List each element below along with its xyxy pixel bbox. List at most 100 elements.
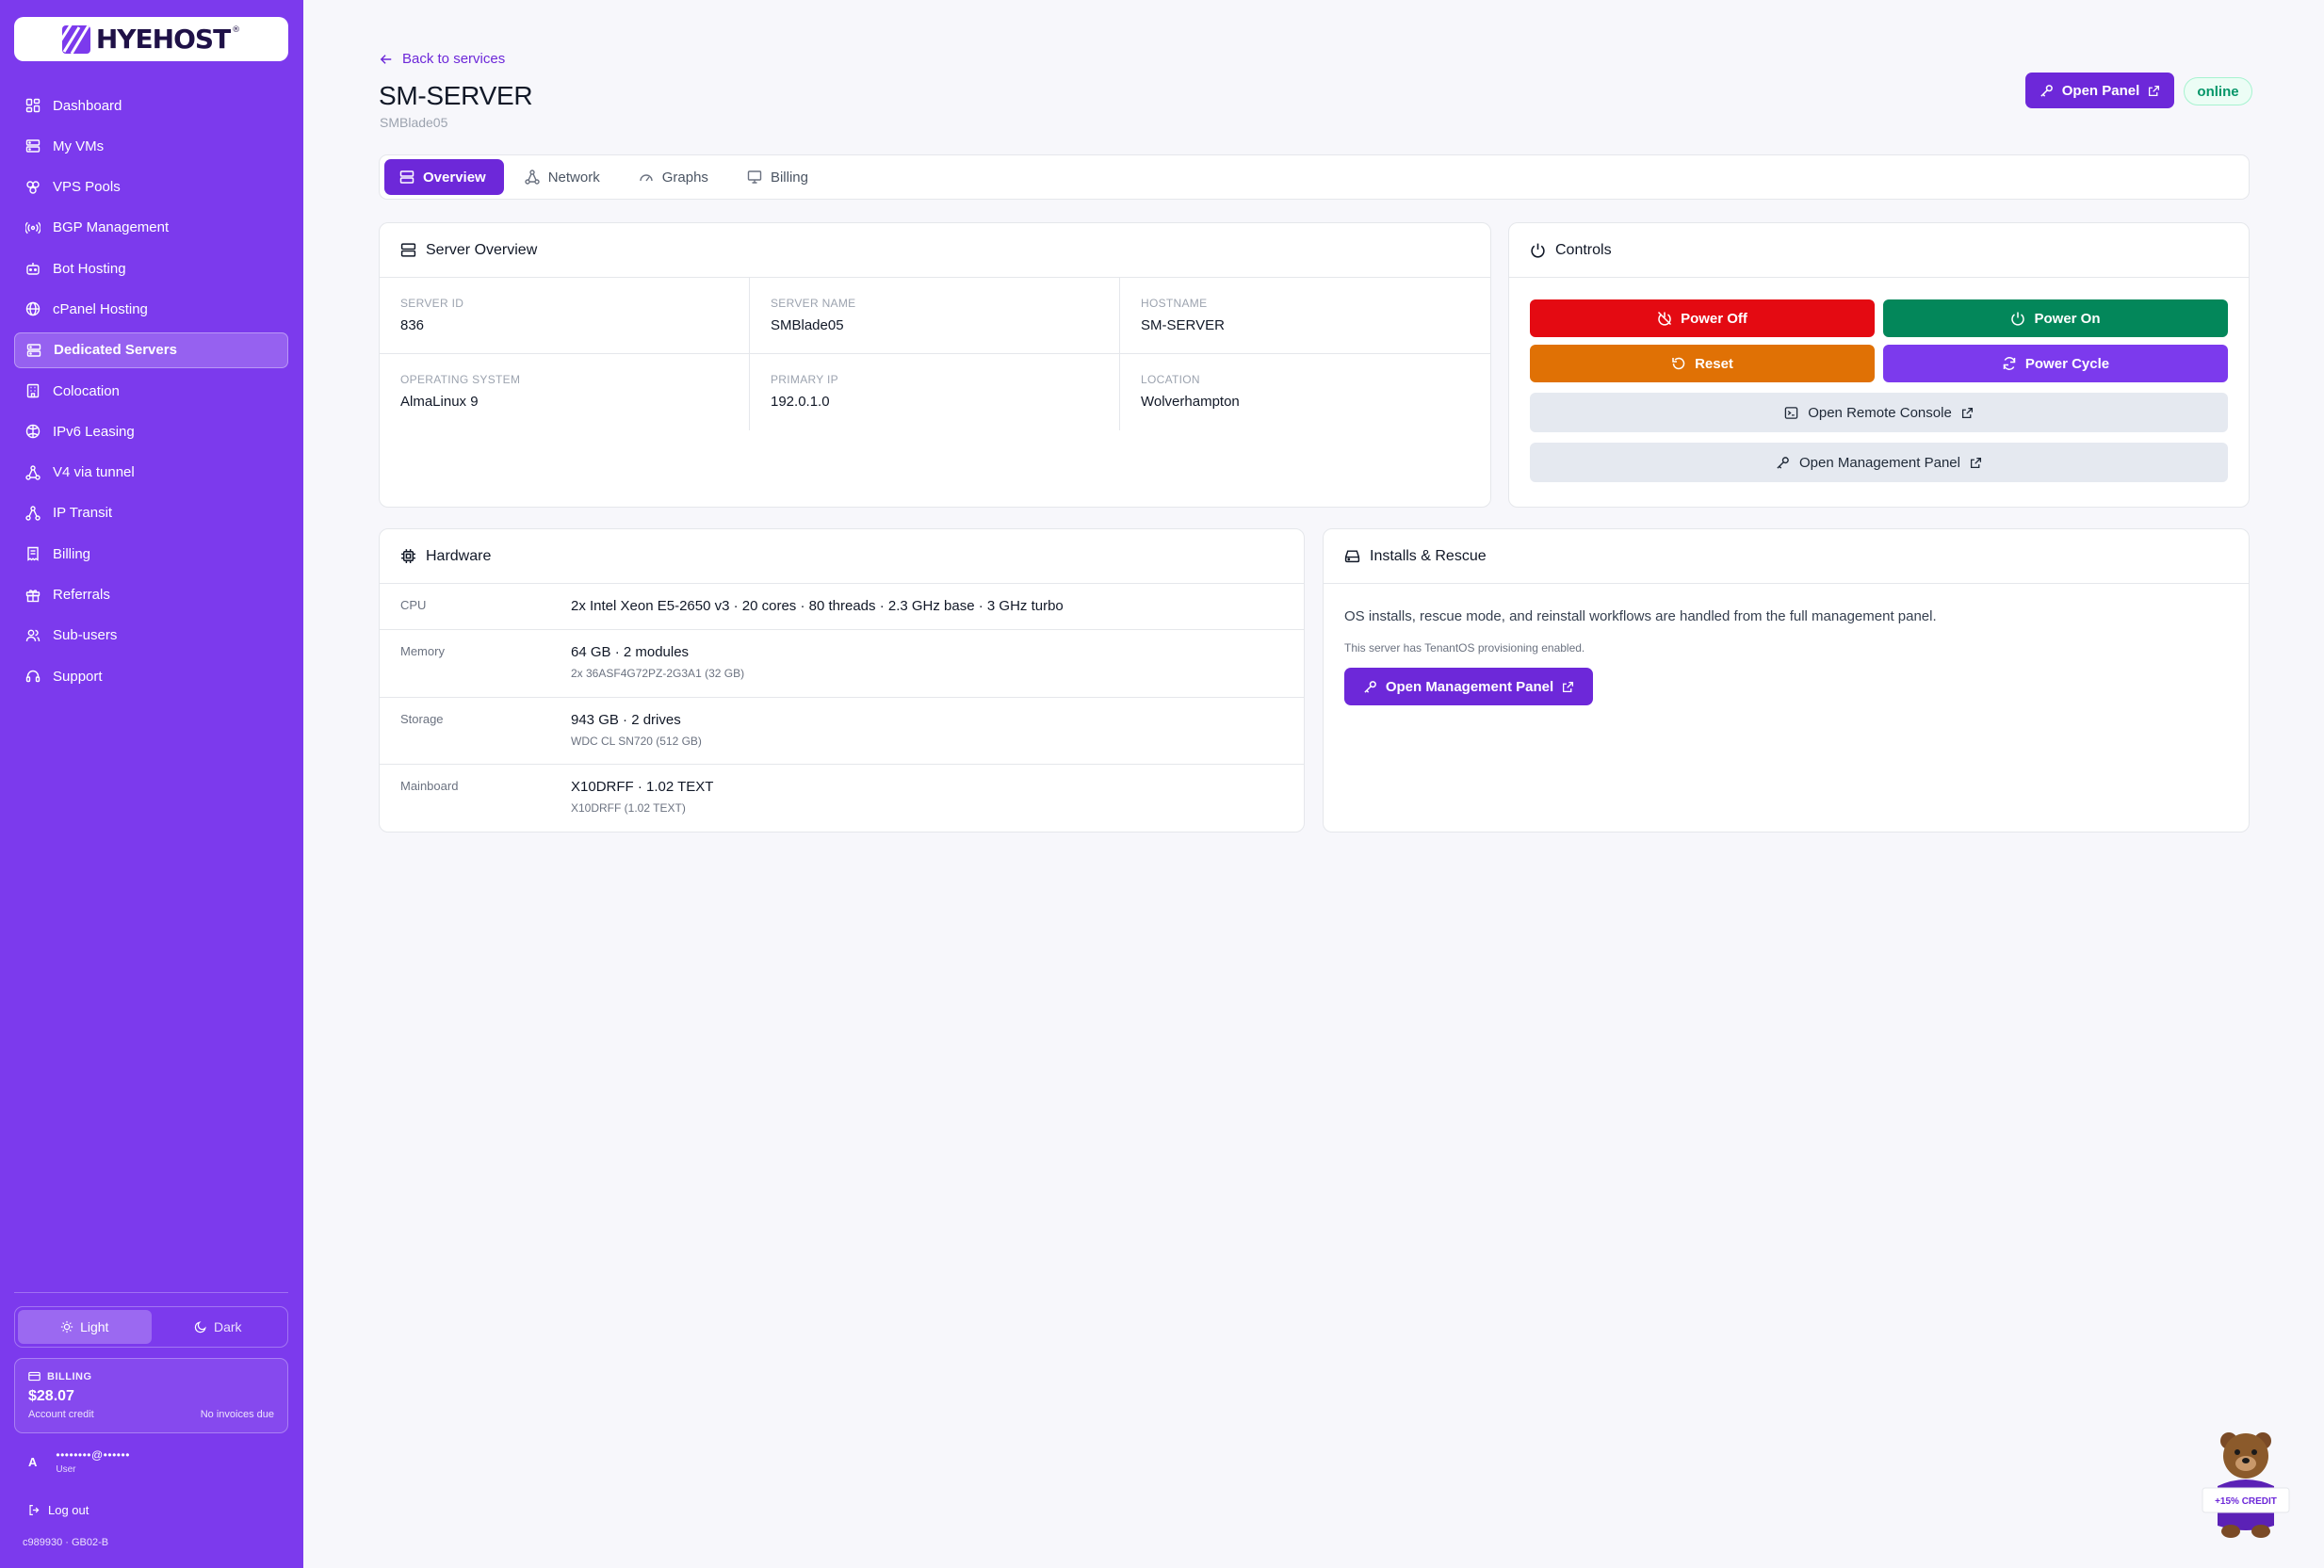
sidebar-item-referrals[interactable]: Referrals xyxy=(14,577,288,613)
power-off-icon xyxy=(1658,311,1672,326)
card-title: Server Overview xyxy=(426,241,538,258)
sidebar-item-colocation[interactable]: Colocation xyxy=(14,373,288,409)
key-icon xyxy=(1777,456,1789,469)
field-label: PRIMARY IP xyxy=(771,373,838,386)
open-panel-button[interactable]: Open Panel xyxy=(2025,73,2174,108)
theme-toggle: Light Dark xyxy=(14,1306,288,1348)
theme-dark-button[interactable]: Dark xyxy=(152,1310,285,1344)
radio-icon xyxy=(25,221,41,234)
field-value: 836 xyxy=(400,317,425,333)
sidebar-item-label: BGP Management xyxy=(53,219,170,236)
building-icon xyxy=(26,383,40,398)
rotate-ccw-icon xyxy=(1672,357,1685,370)
open-management-panel-button[interactable]: Open Management Panel xyxy=(1530,443,2228,482)
user-role: User xyxy=(56,1464,76,1475)
controls-card: Controls Power Off Power On Reset Power … xyxy=(1508,222,2250,508)
key-icon xyxy=(2040,84,2053,97)
hardware-row-storage: Storage 943 GB · 2 drives WDC CL SN720 (5… xyxy=(380,698,1304,765)
arrow-left-icon xyxy=(380,54,392,64)
avatar: A xyxy=(28,1454,38,1469)
power-off-button[interactable]: Power Off xyxy=(1530,299,1875,337)
tab-network[interactable]: Network xyxy=(510,159,618,195)
logout-icon xyxy=(29,1505,40,1515)
sidebar-item-billing[interactable]: Billing xyxy=(14,536,288,572)
external-link-icon xyxy=(1970,457,1981,468)
installs-open-management-panel-button[interactable]: Open Management Panel xyxy=(1344,668,1593,705)
external-link-icon xyxy=(1563,681,1574,692)
billing-invoices: No invoices due xyxy=(200,1409,274,1420)
overview-field: OPERATING SYSTEM AlmaLinux 9 xyxy=(380,354,750,430)
overview-field: PRIMARY IP 192.0.1.0 xyxy=(750,354,1120,430)
open-remote-console-button[interactable]: Open Remote Console xyxy=(1530,393,2228,432)
power-off-label: Power Off xyxy=(1681,310,1747,327)
server-icon xyxy=(26,344,41,357)
sidebar-item-label: Dedicated Servers xyxy=(54,342,177,359)
sidebar-item-label: IPv6 Leasing xyxy=(53,423,135,440)
gauge-icon xyxy=(640,174,653,182)
globe-icon xyxy=(25,425,41,439)
sidebar-item-ip-transit[interactable]: IP Transit xyxy=(14,495,288,531)
field-label: OPERATING SYSTEM xyxy=(400,373,521,386)
sidebar-item-bgp-management[interactable]: BGP Management xyxy=(14,210,288,246)
field-label: SERVER NAME xyxy=(771,297,856,310)
sidebar-item-support[interactable]: Support xyxy=(14,658,288,694)
field-label: HOSTNAME xyxy=(1141,297,1208,310)
reset-button[interactable]: Reset xyxy=(1530,345,1875,382)
power-icon xyxy=(2011,312,2025,326)
sidebar: HYEHOST ® Dashboard My VMs VPS Pools BGP … xyxy=(0,0,303,1568)
installs-rescue-card: Installs & Rescue OS installs, rescue mo… xyxy=(1323,528,2250,832)
power-on-label: Power On xyxy=(2034,310,2101,327)
theme-light-button[interactable]: Light xyxy=(18,1310,152,1344)
sidebar-item-ipv6-leasing[interactable]: IPv6 Leasing xyxy=(14,413,288,449)
sidebar-item-dashboard[interactable]: Dashboard xyxy=(14,88,288,123)
sidebar-item-vps-pools[interactable]: VPS Pools xyxy=(14,170,288,205)
network-icon xyxy=(525,170,540,185)
hardware-label: CPU xyxy=(400,598,427,612)
sidebar-item-label: Sub-users xyxy=(53,627,118,644)
remote-console-label: Open Remote Console xyxy=(1808,404,1952,421)
page-title: SM-SERVER xyxy=(379,81,533,110)
tab-billing[interactable]: Billing xyxy=(732,159,826,195)
mascot-sign-text: +15% CREDIT xyxy=(2215,1496,2277,1507)
hardware-detail: WDC CL SN720 (512 GB) xyxy=(571,735,702,748)
tab-label: Network xyxy=(547,169,600,186)
server-icon xyxy=(399,170,414,184)
sidebar-item-my-vms[interactable]: My VMs xyxy=(14,128,288,164)
user-profile[interactable]: A ••••••••@•••••• User xyxy=(28,1448,130,1475)
hardware-row-cpu: CPU 2x Intel Xeon E5-2650 v3 · 20 cores … xyxy=(380,584,1304,630)
installs-button-label: Open Management Panel xyxy=(1385,678,1554,695)
billing-heading: BILLING xyxy=(47,1370,92,1382)
sidebar-item-cpanel-hosting[interactable]: cPanel Hosting xyxy=(14,291,288,327)
tab-overview[interactable]: Overview xyxy=(384,159,504,195)
server-overview-card: Server Overview SERVER ID 836 SERVER NAME… xyxy=(379,222,1491,508)
tab-graphs[interactable]: Graphs xyxy=(624,159,726,195)
power-on-button[interactable]: Power On xyxy=(1883,299,2228,337)
sidebar-item-v4-via-tunnel[interactable]: V4 via tunnel xyxy=(14,455,288,491)
bear-mascot-promo[interactable]: +15% CREDIT xyxy=(2201,1430,2291,1543)
billing-summary-card[interactable]: BILLING $28.07 Account credit No invoice… xyxy=(14,1358,288,1433)
external-link-icon xyxy=(2149,85,2160,96)
brand-logo[interactable]: HYEHOST ® xyxy=(14,17,288,61)
terminal-icon xyxy=(1784,406,1798,419)
network-icon xyxy=(25,464,41,480)
overview-field: LOCATION Wolverhampton xyxy=(1120,354,1490,430)
sidebar-item-dedicated-servers[interactable]: Dedicated Servers xyxy=(14,331,288,368)
sidebar-nav: Dashboard My VMs VPS Pools BGP Managemen… xyxy=(14,88,288,699)
power-cycle-button[interactable]: Power Cycle xyxy=(1883,345,2228,382)
logout-button[interactable]: Log out xyxy=(28,1503,89,1517)
hardware-card: Hardware CPU 2x Intel Xeon E5-2650 v3 · … xyxy=(379,528,1305,832)
sidebar-item-label: Bot Hosting xyxy=(53,260,126,277)
key-icon xyxy=(1364,680,1376,693)
network-icon xyxy=(25,506,41,521)
logo-mark-icon xyxy=(61,24,90,54)
hardware-label: Storage xyxy=(400,712,444,726)
back-to-services-link[interactable]: Back to services xyxy=(380,51,505,67)
pool-icon xyxy=(26,180,40,194)
field-value: SMBlade05 xyxy=(771,317,844,333)
server-icon xyxy=(25,139,41,153)
field-value: 192.0.1.0 xyxy=(771,394,830,410)
sidebar-item-sub-users[interactable]: Sub-users xyxy=(14,618,288,654)
sidebar-item-label: V4 via tunnel xyxy=(53,464,135,481)
moon-icon xyxy=(194,1321,206,1334)
sidebar-item-bot-hosting[interactable]: Bot Hosting xyxy=(14,251,288,286)
